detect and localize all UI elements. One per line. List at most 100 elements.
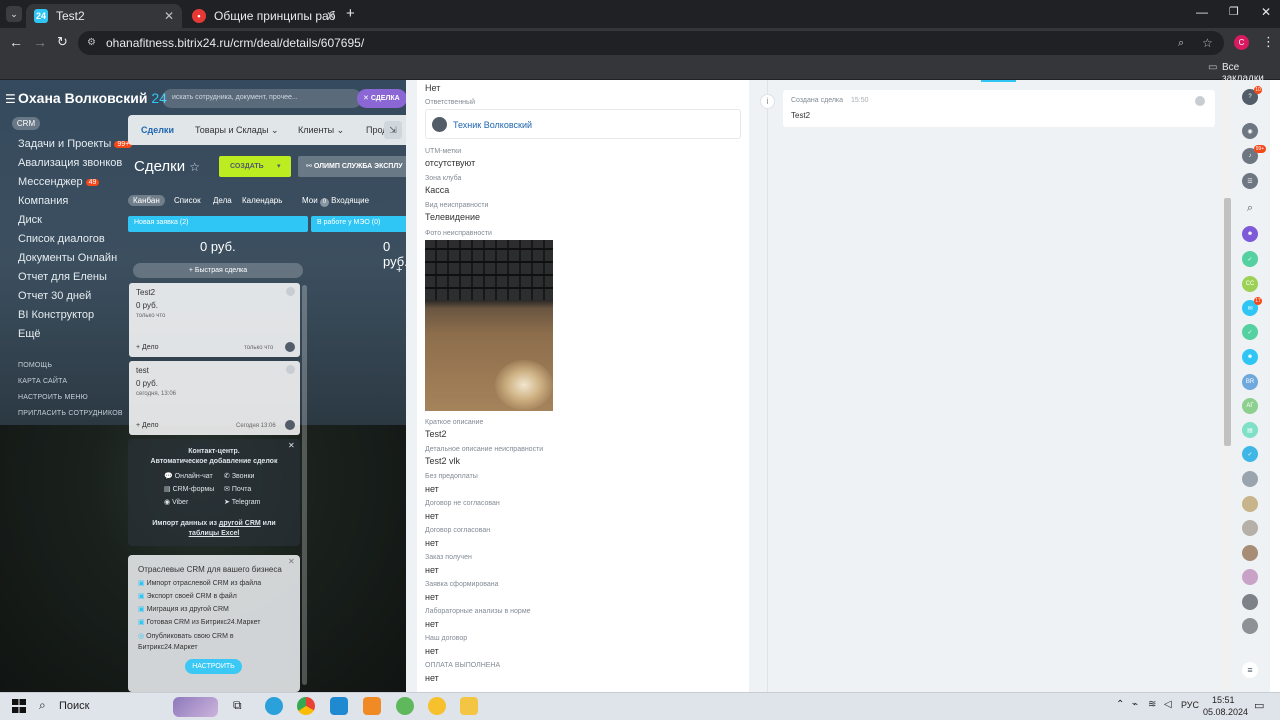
back-icon[interactable]: ← [9, 34, 23, 50]
sidebar-menu-settings[interactable]: НАСТРОИТЬ МЕНЮ [18, 394, 88, 401]
view-calendar[interactable]: Календарь [242, 196, 282, 205]
sidebar-item-company[interactable]: Компания [18, 195, 68, 207]
deal-title[interactable]: test [136, 366, 149, 375]
wifi-icon[interactable]: ≋ [1148, 699, 1156, 710]
add-deal-icon[interactable]: + [396, 264, 402, 276]
deal-add-activity[interactable]: + Дело [136, 344, 159, 351]
filter-input[interactable]: ⚯ ОЛИМП СЛУЖБА ЭКСПЛУ [298, 156, 406, 177]
tray-arrow-icon[interactable]: ⌃ [1116, 699, 1124, 710]
kanban-scrollbar[interactable] [302, 285, 307, 685]
view-list[interactable]: Список [174, 196, 201, 205]
avatar[interactable]: BR [1242, 374, 1258, 390]
restore-button[interactable]: ❐ [1229, 5, 1239, 18]
sidebar-item-calls[interactable]: Авализация звонков [18, 157, 122, 169]
zoom-icon[interactable]: ⌕ [1178, 31, 1184, 55]
portal-title[interactable]: Охана Волковский 24 [18, 90, 167, 106]
bookmark-star-icon[interactable]: ☆ [1202, 31, 1213, 55]
clock-time[interactable]: 15:51 [1212, 695, 1235, 705]
sidebar-item-dialogs[interactable]: Список диалогов [18, 233, 105, 245]
user-photo-icon[interactable] [1242, 496, 1258, 512]
user-photo-icon[interactable] [1242, 545, 1258, 561]
avatar[interactable]: АГ [1242, 398, 1258, 414]
favorite-star-icon[interactable]: ☆ [189, 160, 200, 174]
vscode-icon[interactable] [330, 697, 348, 715]
user-photo-icon[interactable] [1242, 569, 1258, 585]
site-info-icon[interactable]: ⚙ [87, 31, 96, 55]
network-icon[interactable]: ⌁ [1132, 699, 1138, 710]
column-header-new[interactable]: Новая заявка (2) [128, 216, 308, 232]
channel-telegram[interactable]: ➤ Telegram [224, 498, 260, 506]
sidebar-sitemap[interactable]: КАРТА САЙТА [18, 378, 67, 385]
task-icon[interactable]: ✓ [1242, 324, 1258, 340]
language-indicator[interactable]: РУС [1181, 700, 1199, 710]
deal-title[interactable]: Test2 [136, 288, 155, 297]
telegram-icon[interactable] [265, 697, 283, 715]
sidebar-help[interactable]: ПОМОЩЬ [18, 362, 52, 369]
app-star-icon[interactable] [428, 697, 446, 715]
tab-goods[interactable]: Товары и Склады ⌄ [195, 125, 279, 136]
sidebar-item-messenger[interactable]: Мессенджер 49 [18, 176, 100, 188]
view-kanban[interactable]: Канбан [128, 195, 165, 206]
close-window-button[interactable]: ✕ [1261, 5, 1271, 19]
channel-chat[interactable]: 💬 Онлайн-чат [164, 472, 213, 480]
column-header-work[interactable]: В работе у МЭО (0) [311, 216, 406, 232]
close-icon[interactable]: ✕ [288, 557, 295, 566]
menu-burger-icon[interactable]: ☰ [5, 92, 16, 106]
users-icon[interactable]: ☻ [1242, 349, 1258, 365]
user-photo-icon[interactable] [1242, 618, 1258, 634]
sidebar-item-report-30[interactable]: Отчет 30 дней [18, 290, 91, 302]
create-button[interactable]: СОЗДАТЬ ▾ [219, 156, 291, 177]
minimize-button[interactable]: — [1196, 5, 1208, 19]
quick-deal-button[interactable]: + Быстрая сделка [133, 263, 303, 278]
sublime-icon[interactable] [363, 697, 381, 715]
deal-add-activity[interactable]: + Дело [136, 422, 159, 429]
setup-button[interactable]: НАСТРОИТЬ [185, 659, 242, 674]
browser-menu-icon[interactable]: ⋮ [1262, 34, 1275, 50]
start-icon[interactable] [12, 699, 26, 713]
user-photo-icon[interactable] [1242, 520, 1258, 536]
sidebar-item-disk[interactable]: Диск [18, 214, 42, 226]
my-counter[interactable]: Мои 0 Входящие [302, 196, 369, 207]
copilot-icon[interactable]: ◉ [1242, 123, 1258, 139]
chat-icon[interactable]: ☰ [1242, 173, 1258, 189]
forward-icon[interactable]: → [33, 34, 47, 50]
sidebar-item-documents[interactable]: Документы Онлайн [18, 252, 117, 264]
channel-forms[interactable]: ▤ CRM-формы [164, 485, 214, 493]
slider-scroll-thumb[interactable] [1224, 198, 1231, 446]
sidebar-item-more[interactable]: Ещё [18, 328, 41, 340]
reload-icon[interactable]: ↻ [57, 34, 68, 50]
profile-avatar[interactable]: C [1234, 35, 1249, 50]
new-tab-button[interactable]: + [346, 5, 355, 22]
fault-photo[interactable] [425, 240, 553, 411]
rail-menu-icon[interactable]: ≡ [1242, 662, 1258, 678]
promo-item[interactable]: ▣ Экспорт своей CRM в файл [138, 592, 237, 600]
tab-inactive[interactable]: • Общие принципы работы с по ✕ [184, 4, 344, 28]
view-activities[interactable]: Дела [213, 196, 232, 205]
volume-icon[interactable]: ◁ [1164, 699, 1172, 710]
channel-viber[interactable]: ◉ Viber [164, 498, 188, 506]
chrome-icon[interactable] [297, 697, 315, 715]
promo-item[interactable]: ▣ Миграция из другой CRM [138, 605, 229, 613]
import-excel-link[interactable]: таблицы Excel [128, 530, 300, 537]
tab-deals[interactable]: Сделки [141, 125, 174, 135]
task-icon[interactable]: ✓ [1242, 446, 1258, 462]
task-icon[interactable]: ✓ [1242, 251, 1258, 267]
search-icon[interactable]: ⌕ [1242, 200, 1258, 216]
tab-clients[interactable]: Клиенты ⌄ [298, 125, 344, 136]
promo-item[interactable]: ▣ Импорт отраслевой CRM из файла [138, 579, 261, 587]
import-crm-link[interactable]: другой CRM [219, 520, 261, 527]
user-photo-icon[interactable] [1242, 471, 1258, 487]
tab-search-button[interactable]: ⌄ [6, 6, 22, 22]
sidebar-item-bi[interactable]: BI Конструктор [18, 309, 94, 321]
avatar[interactable]: CC [1242, 276, 1258, 292]
tab-close-icon[interactable]: ✕ [326, 9, 336, 23]
clock-date[interactable]: 05.08.2024 [1203, 707, 1248, 717]
promo-item[interactable]: ▣ Готовая CRM из Битрикс24.Маркет [138, 618, 260, 626]
sidebar-item-crm[interactable]: CRM [12, 117, 40, 130]
task-view-icon[interactable]: ⧉ [233, 698, 242, 713]
sidebar-item-report-elena[interactable]: Отчет для Елены [18, 271, 107, 283]
sidebar-invite[interactable]: ПРИГЛАСИТЬ СОТРУДНИКОВ [18, 410, 123, 417]
tab-active[interactable]: 24 Test2 ✕ [26, 4, 182, 28]
explorer-icon[interactable] [460, 697, 478, 715]
promo-item[interactable]: ◎ Опубликовать свою CRM в Битрикс24.Марк… [138, 631, 258, 653]
